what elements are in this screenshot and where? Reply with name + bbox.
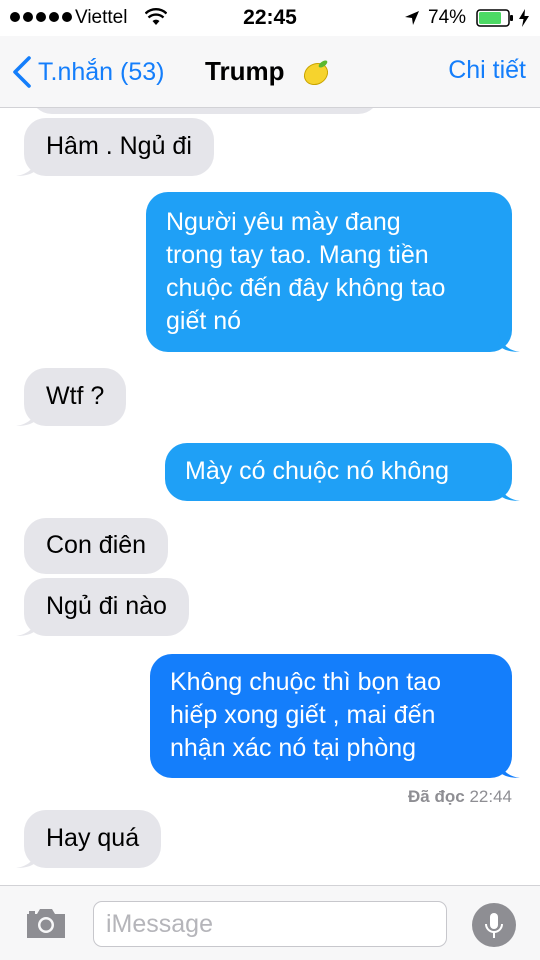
bubble-tail [498, 479, 520, 501]
message-bubble-outgoing[interactable]: Không chuộc thì bọn tao hiếp xong giết ,… [150, 654, 520, 778]
back-label: T.nhắn (53) [38, 57, 165, 86]
input-bar: iMessage [0, 885, 540, 960]
message-bubble-partial[interactable] [30, 108, 380, 114]
bubble-tail [16, 154, 38, 176]
battery-icon [476, 9, 513, 27]
read-label: Đã đọc [408, 787, 465, 806]
message-text: Hay quá [46, 824, 140, 852]
camera-icon[interactable] [24, 905, 68, 941]
read-receipt: Đã đọc 22:44 [408, 787, 512, 807]
message-text: Mày có chuộc nó không [185, 457, 450, 485]
message-thread[interactable]: Hâm . Ngủ đi Người yêu mày đang trong ta… [0, 108, 540, 885]
battery-percent: 74% [428, 7, 467, 28]
navigation-bar: T.nhắn (53) Trump Chi tiết [0, 36, 540, 108]
message-input[interactable]: iMessage [93, 901, 447, 947]
message-bubble-incoming[interactable]: Con điên [24, 518, 169, 574]
bubble-tail [498, 330, 520, 352]
message-bubble-outgoing[interactable]: Người yêu mày đang trong tay tao. Mang t… [146, 192, 520, 352]
message-text: Người yêu mày đang trong tay tao. Mang t… [166, 208, 446, 335]
microphone-button[interactable] [472, 903, 516, 947]
bubble-tail [16, 846, 38, 868]
message-bubble-incoming[interactable]: Ngủ đi nào [16, 578, 189, 636]
bubble-tail [498, 756, 520, 778]
lemon-icon [303, 60, 329, 86]
message-text: Hâm . Ngủ đi [46, 132, 192, 160]
status-bar: Viettel 22:45 74% [0, 0, 540, 36]
message-bubble-incoming[interactable]: Hâm . Ngủ đi [16, 118, 214, 176]
bubble-tail [16, 404, 38, 426]
contact-name[interactable]: Trump [205, 56, 284, 87]
message-bubble-incoming[interactable]: Wtf ? [16, 368, 127, 426]
message-bubble-incoming[interactable]: Hay quá [16, 810, 162, 868]
read-time: 22:44 [469, 787, 512, 806]
message-text: Wtf ? [46, 382, 105, 410]
details-button[interactable]: Chi tiết [448, 56, 526, 85]
charging-bolt-icon [519, 9, 529, 27]
message-text: Ngủ đi nào [46, 592, 167, 620]
location-arrow-icon [405, 11, 419, 25]
message-bubble-outgoing[interactable]: Mày có chuộc nó không [165, 443, 520, 501]
message-text: Không chuộc thì bọn tao hiếp xong giết ,… [170, 668, 442, 762]
chevron-left-icon [13, 56, 31, 88]
bubble-tail [16, 614, 38, 636]
microphone-icon [485, 913, 503, 938]
message-text: Con điên [46, 531, 147, 559]
back-button[interactable]: T.nhắn (53) [12, 54, 164, 90]
